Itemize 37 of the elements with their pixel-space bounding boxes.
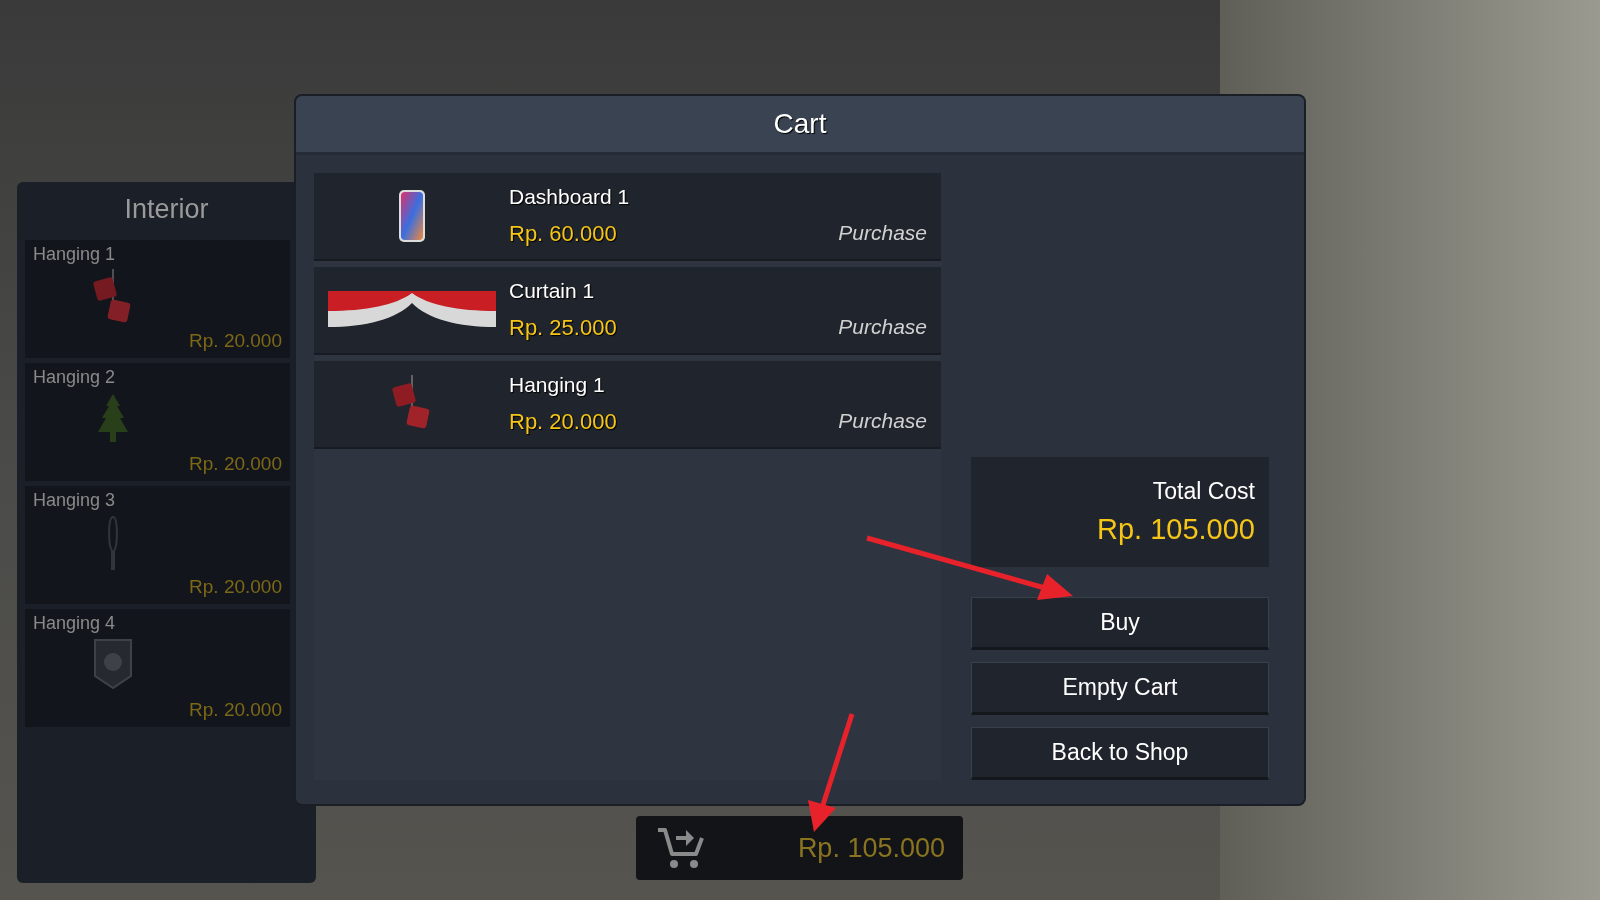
stick-icon: [105, 515, 120, 571]
cart-item[interactable]: Curtain 1 Rp. 25.000 Purchase: [314, 267, 941, 355]
total-value: Rp. 105.000: [1097, 513, 1255, 546]
item-name: Hanging 1: [509, 373, 605, 397]
item-name: Hanging 4: [33, 613, 116, 634]
panel-title: Interior: [123, 193, 210, 226]
purchase-label: Purchase: [838, 409, 927, 434]
purchase-label: Purchase: [838, 315, 927, 340]
tree-icon: [95, 392, 130, 444]
item-name: Hanging 1: [33, 244, 116, 265]
shop-item[interactable]: Hanging 3 Rp. 20.000: [25, 486, 290, 604]
shop-item[interactable]: Hanging 2 Rp. 20.000: [25, 363, 290, 481]
item-price: Rp. 20.000: [509, 409, 617, 435]
shop-item[interactable]: Hanging 4 Rp. 20.000: [25, 609, 290, 727]
item-name: Hanging 3: [33, 490, 116, 511]
purchase-label: Purchase: [838, 221, 927, 246]
item-price: Rp. 25.000: [509, 315, 617, 341]
phone-icon: [397, 189, 426, 243]
item-price: Rp. 20.000: [189, 330, 282, 352]
cart-bar[interactable]: Rp. 105.000: [636, 816, 963, 880]
shop-item[interactable]: Hanging 1 Rp. 20.000: [25, 240, 290, 358]
item-name: Dashboard 1: [509, 185, 630, 209]
total-label: Total Cost: [1152, 478, 1255, 505]
action-button[interactable]: Empty Cart: [971, 662, 1269, 715]
item-price: Rp. 20.000: [189, 699, 282, 721]
item-name: Curtain 1: [509, 279, 595, 303]
item-name: Hanging 2: [33, 367, 116, 388]
action-button[interactable]: Buy: [971, 597, 1269, 650]
item-price: Rp. 60.000: [509, 221, 617, 247]
cart-item[interactable]: Hanging 1 Rp. 20.000 Purchase: [314, 361, 941, 449]
cart-item[interactable]: Dashboard 1 Rp. 60.000 Purchase: [314, 173, 941, 261]
window-title: Cart: [773, 108, 827, 140]
badge-icon: [92, 638, 133, 690]
action-button[interactable]: Back to Shop: [971, 727, 1269, 780]
cart-total: Rp. 105.000: [797, 832, 945, 864]
item-price: Rp. 20.000: [189, 453, 282, 475]
item-price: Rp. 20.000: [189, 576, 282, 598]
